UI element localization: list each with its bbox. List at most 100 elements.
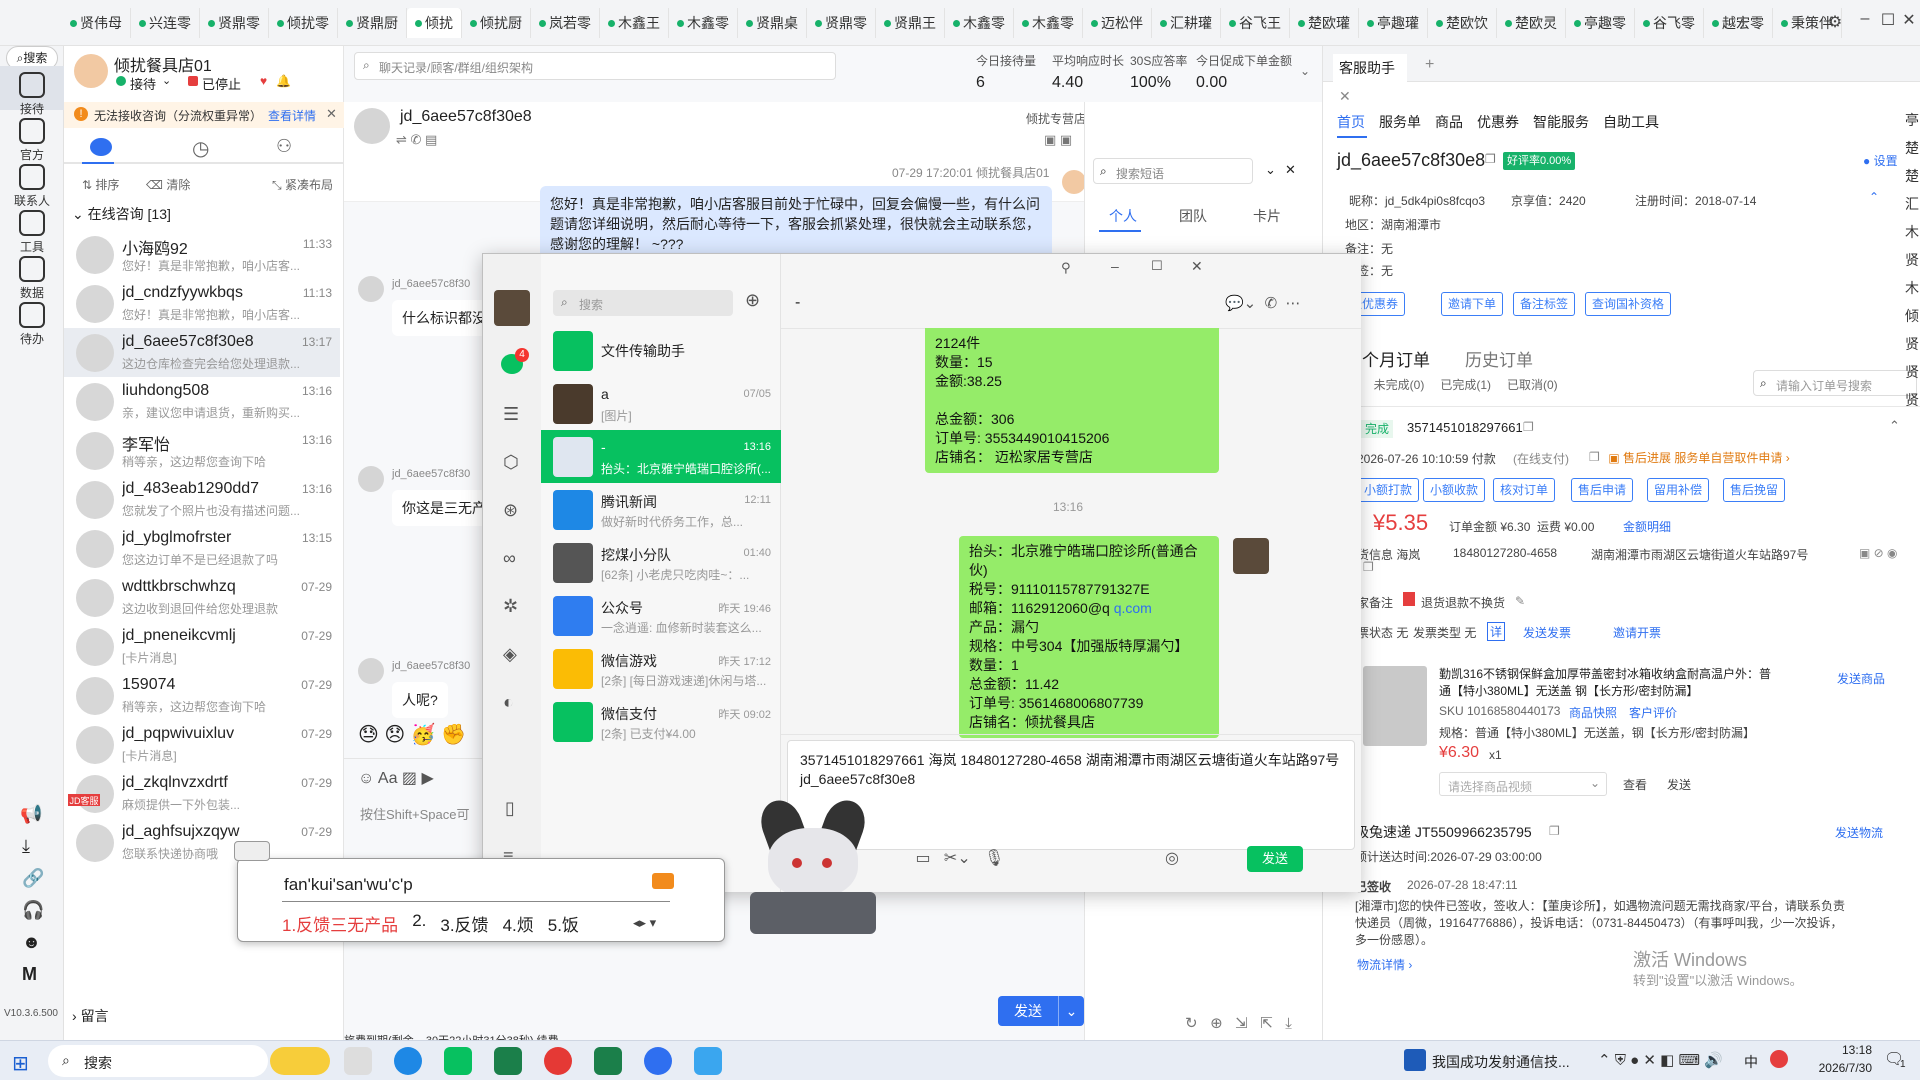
customer-action-button[interactable]: 邀请下单 xyxy=(1441,292,1504,316)
copy-icon[interactable]: ❐ xyxy=(1485,152,1496,166)
shop-tab[interactable]: 贤鼎零 xyxy=(200,8,269,38)
phone-icon[interactable]: ▯ xyxy=(505,798,515,819)
tab-add-button[interactable]: + xyxy=(1738,12,1749,33)
view-button[interactable]: 查看 xyxy=(1623,776,1647,793)
assistant-nav-tab[interactable]: 商品 xyxy=(1435,112,1463,132)
sogou-icon[interactable] xyxy=(1770,1050,1788,1068)
wechat-chat-item[interactable]: 腾讯新闻 12:11 做好新时代侨务工作，总... xyxy=(541,483,781,536)
assistant-tab[interactable]: 客服助手 ✕ xyxy=(1333,54,1407,104)
order-filter[interactable]: 已完成(1) xyxy=(1440,376,1491,393)
session-item[interactable]: jd_ybglmofrster 13:15 您这边订单不是已经退款了吗 xyxy=(64,524,340,573)
channels-icon[interactable]: ∞ xyxy=(503,548,516,569)
add-tab-icon[interactable]: + xyxy=(1425,56,1434,74)
nav-item[interactable]: 工具 xyxy=(0,204,64,254)
session-item[interactable]: 159074 07-29 稍等亲，这边帮您查询下哈 xyxy=(64,671,340,720)
task-view-icon[interactable] xyxy=(344,1047,372,1075)
copy-icon[interactable]: ❐ xyxy=(1549,824,1560,838)
taskbar-search[interactable]: ⌕ 搜索 xyxy=(48,1045,268,1077)
order-action-button[interactable]: 售后申请 xyxy=(1571,478,1634,502)
wechat-send-button[interactable]: 发送 xyxy=(1247,846,1303,872)
compact-layout-button[interactable]: ⤡ 紧凑布局 xyxy=(272,176,333,193)
settings-link[interactable]: ● 设置 xyxy=(1863,152,1898,169)
nav-item[interactable]: 接待 xyxy=(0,66,64,116)
session-item[interactable]: jd_483eab1290dd7 13:16 您就发了个照片也没有描述问题... xyxy=(64,475,340,524)
shop-tab[interactable]: 贤鼎零 xyxy=(807,8,876,38)
chat-bubble-icon[interactable] xyxy=(90,138,112,156)
voice-icon[interactable]: ◎ xyxy=(1165,848,1179,868)
nav-item[interactable]: 数据 xyxy=(0,250,64,300)
ime-candidate[interactable]: 1.反馈三无产品 xyxy=(282,911,398,936)
order-action-button[interactable]: 售后挽留 xyxy=(1723,478,1786,502)
wechat-taskbar-icon[interactable] xyxy=(444,1047,472,1075)
stop-status[interactable]: 已停止 xyxy=(202,74,241,93)
shop-tab[interactable]: 倾扰零 xyxy=(269,8,338,38)
wechat-chat-item[interactable]: a 07/05 [图片] xyxy=(541,377,781,430)
session-item[interactable]: jd_6aee57c8f30e8 13:17 这边仓库检查完会给您处理退款... xyxy=(64,328,340,377)
ime-candidate[interactable]: 5.饭 xyxy=(548,911,579,936)
assistant-nav-tab[interactable]: 智能服务 xyxy=(1533,112,1589,132)
shop-tab[interactable]: 迈松伴 xyxy=(1083,8,1152,38)
ime-candidate[interactable]: 3.反馈 xyxy=(440,911,488,936)
collapse-icon[interactable]: ⌃ xyxy=(1869,190,1879,204)
edge-icon[interactable] xyxy=(394,1047,422,1075)
nav-item[interactable]: 联系人 xyxy=(0,158,64,208)
customer-action-button[interactable]: 备注标签 xyxy=(1513,292,1576,316)
wechat-close-icon[interactable]: ✕ xyxy=(1191,258,1203,275)
wechat-chat-item[interactable]: 微信游戏 昨天 17:12 [2条] [每日游戏速递]休闲与塔... xyxy=(541,642,781,695)
shop-tab[interactable]: 贤鼎厨 xyxy=(338,8,407,38)
ime-toolbar-icon[interactable] xyxy=(234,841,270,861)
app-chat-icon[interactable] xyxy=(694,1047,722,1075)
shop-tab[interactable]: 谷飞零 xyxy=(1635,8,1704,38)
wechat-chat-item[interactable]: 公众号 昨天 19:46 一念逍遥: 血修新时装套这么... xyxy=(541,589,781,642)
bot-icon[interactable]: ☻ xyxy=(22,932,41,953)
pin-icon[interactable]: ⚲ xyxy=(1061,260,1071,276)
chat-header-tools[interactable]: ⇌ ✆ ▤ xyxy=(396,132,437,148)
snapshot-link[interactable]: 商品快照 xyxy=(1569,704,1617,721)
app-star-icon[interactable] xyxy=(494,1047,522,1075)
sparkle-widget-icon[interactable] xyxy=(270,1047,330,1075)
tab-team[interactable]: 团队 xyxy=(1179,206,1207,226)
phrase-collapse-icon[interactable]: ⌄ xyxy=(1265,162,1276,178)
download-icon[interactable]: ⤓ xyxy=(22,836,30,857)
send-button[interactable]: 发送 xyxy=(998,996,1058,1026)
emoji-row[interactable]: 😓 😞 🥳 ✊ xyxy=(358,722,466,747)
copy-icon[interactable]: ❐ xyxy=(1523,420,1534,434)
send-button-group[interactable]: 发送 ⌄ xyxy=(998,996,1084,1026)
invite-invoice-link[interactable]: 邀请开票 xyxy=(1613,624,1661,641)
customer-action-button[interactable]: 查询国补资格 xyxy=(1585,292,1672,316)
shop-tab[interactable]: 岚若零 xyxy=(531,8,600,38)
conversation-tools[interactable]: 💬⌄ ✆ ⋯ xyxy=(1225,294,1300,312)
receive-status[interactable]: 接待 xyxy=(130,74,156,93)
moments-icon[interactable]: ⊛ xyxy=(503,500,518,521)
video-select[interactable]: 请选择商品视频 ⌄ xyxy=(1439,772,1607,796)
ime-page-arrows[interactable]: ◂▸ ▾ xyxy=(633,915,656,931)
shop-tab[interactable]: 汇耕瓘 xyxy=(1152,8,1221,38)
copy-icon[interactable]: ❐ xyxy=(1363,560,1374,574)
shop-tab[interactable]: 贤鼎桌 xyxy=(738,8,807,38)
send-logistics-link[interactable]: 发送物流 xyxy=(1835,824,1883,841)
assistant-nav-tab[interactable]: 首页 xyxy=(1337,112,1365,132)
wechat-maximize-icon[interactable]: ☐ xyxy=(1151,258,1163,274)
close-tab-icon[interactable]: ✕ xyxy=(1339,88,1351,104)
send-video-button[interactable]: 发送 xyxy=(1667,776,1691,793)
favorites-icon[interactable]: ⬡ xyxy=(503,452,519,473)
invoice-detail-badge[interactable]: 详 xyxy=(1487,622,1506,641)
news-icon[interactable] xyxy=(1404,1049,1426,1071)
assistant-nav-tab[interactable]: 自助工具 xyxy=(1603,112,1659,132)
wechat-search-input[interactable]: ⌕ 搜索 xyxy=(553,290,733,316)
add-chat-icon[interactable]: ⊕ xyxy=(745,290,760,311)
assistant-nav-tab[interactable]: 优惠券 xyxy=(1477,112,1519,132)
link-icon[interactable]: 🔗 xyxy=(22,868,44,889)
order-search-input[interactable]: ⌕ 请输入订单号搜索 xyxy=(1753,370,1917,396)
close-notice-icon[interactable]: ✕ xyxy=(326,106,337,122)
send-invoice-link[interactable]: 发送发票 xyxy=(1523,624,1571,641)
session-item[interactable]: 李军怡 13:16 稍等亲，这边帮您查询下哈 xyxy=(64,426,340,475)
input-tools[interactable]: ▭ ✂⌄ 🎙 xyxy=(871,848,1004,868)
order-action-button[interactable]: 留用补偿 xyxy=(1647,478,1710,502)
shop-tab[interactable]: 木鑫零 xyxy=(1014,8,1083,38)
tab-personal[interactable]: 个人 xyxy=(1109,206,1137,226)
order-filter[interactable]: 已取消(0) xyxy=(1507,376,1558,393)
session-item[interactable]: jd_pqpwivuixluv 07-29 [卡片消息] xyxy=(64,720,340,769)
sort-button[interactable]: ⇅ 排序 xyxy=(82,176,119,193)
logistics-detail-link[interactable]: 物流详情 › xyxy=(1357,956,1412,973)
